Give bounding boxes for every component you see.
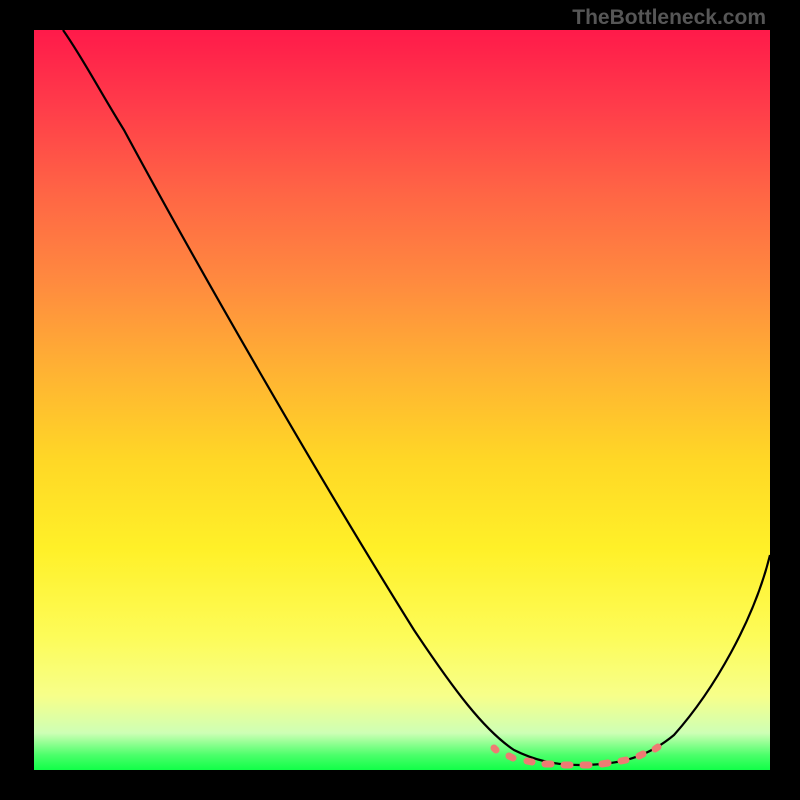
optimal-flat-region-marker <box>494 747 658 765</box>
plot-area <box>34 30 770 770</box>
chart-svg <box>34 30 770 770</box>
bottleneck-curve-line <box>63 30 770 765</box>
chart-container: TheBottleneck.com <box>0 0 800 800</box>
watermark-text: TheBottleneck.com <box>572 6 766 30</box>
